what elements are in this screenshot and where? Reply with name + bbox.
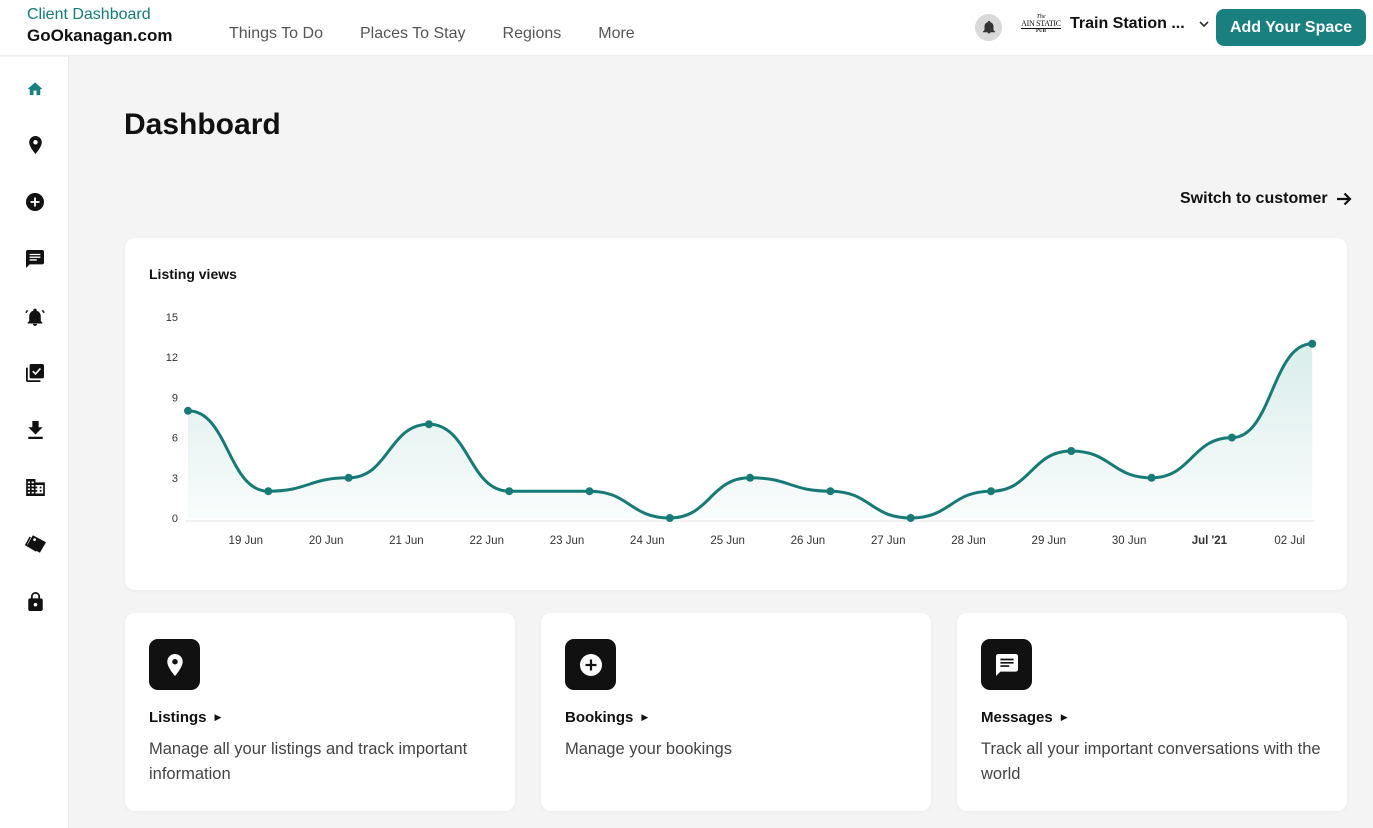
bookings-card-title: Bookings ▶ [565, 709, 648, 726]
series-area [188, 343, 1313, 518]
y-tick-label: 12 [166, 352, 178, 364]
data-point [505, 487, 514, 496]
messages-card[interactable]: Messages ▶ Track all your important conve… [957, 613, 1347, 811]
data-point [665, 514, 674, 522]
message-icon [981, 639, 1032, 690]
nav-things-to-do[interactable]: Things To Do [229, 25, 323, 43]
listings-card-title: Listings ▶ [149, 709, 221, 726]
switch-to-customer-label: Switch to customer [1180, 190, 1328, 207]
checklist-icon[interactable] [24, 362, 46, 384]
data-point [585, 487, 594, 496]
x-tick-label: 25 Jun [710, 535, 745, 547]
x-tick-label: 22 Jun [469, 535, 504, 547]
alarm-bell-icon[interactable] [24, 305, 46, 327]
main-nav: Things To Do Places To Stay Regions More [229, 25, 672, 43]
x-tick-label: 02 Jul [1274, 535, 1305, 547]
bookings-card-description: Manage your bookings [565, 740, 732, 758]
data-point [1308, 339, 1317, 348]
tag-icon[interactable] [24, 533, 46, 555]
caret-right-icon: ▶ [641, 712, 649, 722]
switch-to-customer-link[interactable]: Switch to customer [1180, 190, 1352, 208]
data-point [184, 406, 192, 415]
x-tick-label: 19 Jun [229, 535, 264, 547]
page-title: Dashboard [124, 108, 281, 141]
x-tick-label: 24 Jun [630, 535, 665, 547]
data-point [1147, 473, 1156, 482]
messages-card-description: Track all your important conversations w… [981, 740, 1321, 783]
chevron-down-icon [1199, 20, 1209, 27]
x-tick-label: 28 Jun [951, 535, 986, 547]
add-circle-icon [565, 639, 616, 690]
x-tick-label: 20 Jun [309, 535, 344, 547]
data-point [1227, 433, 1236, 442]
x-tick-label: 29 Jun [1032, 535, 1067, 547]
listing-views-chart: 0 3 6 9 12 15 19 Jun 20 Jun 21 Jun 22 Jun 23 Jun 24… [166, 312, 1317, 547]
add-circle-icon[interactable] [24, 191, 46, 213]
account-logo-line3: PUB [1036, 29, 1046, 34]
y-tick-label: 15 [166, 312, 178, 324]
listing-views-chart-card: Listing views 0 3 6 9 12 15 19 Jun 20 Jun 21 Jun… [125, 238, 1347, 590]
x-tick-label: 26 Jun [791, 535, 826, 547]
lock-icon[interactable] [24, 590, 46, 612]
data-point [906, 514, 915, 522]
location-pin-icon [149, 639, 200, 690]
y-tick-label: 6 [172, 433, 178, 445]
data-point [1067, 447, 1076, 455]
account-logo: The AIN STATIC PUB [1020, 11, 1062, 37]
y-tick-label: 3 [172, 473, 178, 485]
message-icon[interactable] [24, 248, 46, 270]
brand-name[interactable]: GoOkanagan.com [27, 26, 172, 46]
bookings-card[interactable]: Bookings ▶ Manage your bookings [541, 613, 931, 811]
nav-regions[interactable]: Regions [503, 25, 562, 43]
brand-subtitle[interactable]: Client Dashboard [27, 6, 151, 24]
data-point [424, 420, 433, 429]
nav-places-to-stay[interactable]: Places To Stay [360, 25, 466, 43]
location-pin-icon[interactable] [24, 134, 46, 156]
account-logo-line2: AIN STATIC [1021, 19, 1061, 29]
home-icon[interactable] [24, 77, 46, 99]
x-tick-label: 21 Jun [389, 535, 424, 547]
building-icon[interactable] [24, 476, 46, 498]
listings-card[interactable]: Listings ▶ Manage all your listings and t… [125, 613, 515, 811]
caret-right-icon: ▶ [1060, 712, 1068, 722]
nav-more[interactable]: More [598, 25, 634, 43]
arrow-right-icon [1336, 192, 1352, 206]
add-your-space-button[interactable]: Add Your Space [1216, 9, 1366, 46]
y-tick-label: 9 [172, 392, 178, 404]
messages-card-title: Messages ▶ [981, 709, 1068, 726]
messages-card-title-text: Messages [981, 709, 1053, 726]
y-tick-label: 0 [172, 513, 178, 525]
data-point [746, 473, 755, 482]
notification-bell-icon[interactable] [975, 14, 1002, 41]
x-tick-label: Jul '21 [1192, 535, 1228, 547]
sidebar [0, 57, 69, 828]
caret-right-icon: ▶ [214, 712, 222, 722]
x-tick-label: 30 Jun [1112, 535, 1147, 547]
data-point [344, 473, 353, 482]
account-name: Train Station ... [1070, 15, 1185, 32]
bookings-card-title-text: Bookings [565, 709, 634, 726]
listings-card-title-text: Listings [149, 709, 207, 726]
data-point [264, 487, 273, 496]
account-switcher[interactable]: The AIN STATIC PUB Train Station ... [1020, 11, 1209, 37]
top-navigation-bar: Client Dashboard GoOkanagan.com Things T… [0, 0, 1373, 56]
download-icon[interactable] [24, 419, 46, 441]
listings-card-description: Manage all your listings and track impor… [149, 740, 468, 783]
x-tick-label: 23 Jun [550, 535, 585, 547]
data-point [826, 487, 835, 496]
x-tick-label: 27 Jun [871, 535, 906, 547]
data-point [987, 487, 995, 496]
